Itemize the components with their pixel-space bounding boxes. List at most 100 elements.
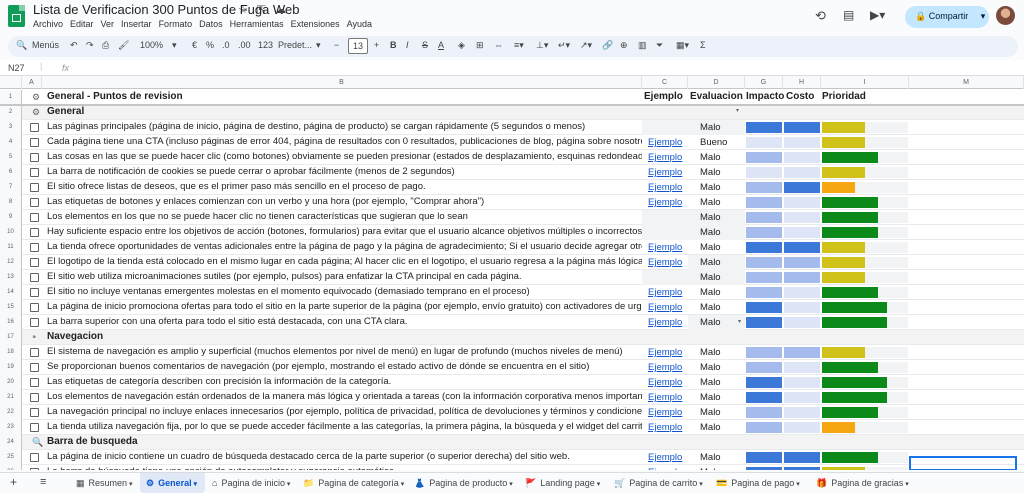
row-number[interactable]: 23 (0, 420, 22, 435)
italic-button[interactable]: I (406, 40, 409, 50)
col-header-b[interactable]: B (42, 76, 642, 89)
percent-button[interactable]: % (206, 40, 214, 50)
tab-landing-page[interactable]: 🚩 Landing page ▾ (525, 478, 600, 489)
tab-chevron-icon[interactable]: ▾ (399, 481, 405, 488)
evaluation-select[interactable]: Malo (688, 300, 745, 315)
row-number[interactable]: 8 (0, 195, 22, 210)
sheets-logo-icon[interactable] (8, 5, 25, 27)
bold-button[interactable]: B (390, 40, 397, 50)
spreadsheet-grid[interactable]: A B C D G H I M 1 ⚙ General - Puntos de re… (0, 76, 1024, 470)
row-number[interactable]: 15 (0, 300, 22, 315)
col-header-m[interactable]: M (909, 76, 1024, 89)
evaluation-select[interactable]: Malo (688, 345, 745, 360)
row-number[interactable]: 25 (0, 450, 22, 465)
merge-cells-icon[interactable]: ⇔ (494, 40, 503, 50)
row-number[interactable]: 10 (0, 225, 22, 240)
example-link[interactable]: Ejemplo (642, 195, 688, 210)
all-sheets-icon[interactable]: ≡ (40, 476, 46, 488)
history-icon[interactable]: ⟲ (815, 8, 826, 24)
tab-chevron-icon[interactable]: ▾ (285, 481, 291, 488)
row-number[interactable]: 9 (0, 210, 22, 225)
example-link[interactable]: Ejemplo (642, 405, 688, 420)
menu-archivo[interactable]: Archivo (33, 19, 63, 29)
checkbox[interactable] (30, 168, 39, 177)
font-chevron-icon[interactable]: ▾ (316, 40, 321, 51)
row-number[interactable]: 12 (0, 255, 22, 270)
row-number[interactable]: 5 (0, 150, 22, 165)
frozen-divider[interactable] (0, 104, 1024, 106)
filter-icon[interactable]: ⏷ (656, 40, 663, 51)
comments-icon[interactable]: ▤ (843, 8, 854, 22)
font-size-input[interactable]: 13 (348, 38, 368, 54)
evaluation-select[interactable]: Malo (688, 270, 745, 285)
row-number[interactable]: 19 (0, 360, 22, 375)
row-number[interactable]: 1 (0, 90, 22, 105)
menu-editar[interactable]: Editar (70, 19, 94, 29)
tab-pagina-de-gracias[interactable]: 🎁 Pagina de gracias ▾ (816, 478, 909, 489)
chart-icon[interactable]: ▥ (638, 40, 647, 51)
example-link[interactable]: Ejemplo (642, 150, 688, 165)
checkbox[interactable] (30, 453, 39, 462)
evaluation-select[interactable]: Malo (688, 150, 745, 165)
example-link[interactable]: Ejemplo (642, 240, 688, 255)
decrease-decimals-button[interactable]: .0 (222, 40, 230, 50)
checkbox[interactable] (30, 198, 39, 207)
example-link[interactable]: Ejemplo (642, 360, 688, 375)
evaluation-select[interactable]: Malo (688, 405, 745, 420)
filter-views-icon[interactable]: ▦▾ (676, 40, 689, 51)
selected-cell[interactable] (909, 456, 1017, 470)
checkbox[interactable] (30, 288, 39, 297)
evaluation-select[interactable]: Malo (688, 360, 745, 375)
checkbox[interactable] (30, 423, 39, 432)
tab-chevron-icon[interactable]: ▾ (794, 481, 800, 488)
menu-ayuda[interactable]: Ayuda (347, 19, 372, 29)
row-number[interactable]: 13 (0, 270, 22, 285)
row-number[interactable]: 11 (0, 240, 22, 255)
avatar[interactable] (996, 6, 1015, 25)
example-link[interactable]: Ejemplo (642, 375, 688, 390)
align-horizontal-icon[interactable]: ≡▾ (514, 40, 524, 51)
comment-add-icon[interactable]: ⊕ (620, 40, 628, 51)
borders-icon[interactable]: ⊞ (476, 40, 484, 51)
row-number[interactable]: 3 (0, 120, 22, 135)
checkbox[interactable] (30, 393, 39, 402)
evaluation-select[interactable]: Malo (688, 285, 745, 300)
checkbox[interactable] (30, 213, 39, 222)
align-vertical-icon[interactable]: ⊥▾ (536, 40, 548, 51)
meet-icon[interactable]: ▶▾ (870, 8, 885, 22)
print-icon[interactable]: ⎙ (102, 40, 109, 51)
tab-pagina-de-inicio[interactable]: ⌂ Pagina de inicio ▾ (212, 478, 290, 488)
row-number[interactable]: 6 (0, 165, 22, 180)
add-sheet-icon[interactable]: + (10, 475, 17, 489)
example-link[interactable]: Ejemplo (642, 165, 688, 180)
evaluation-select[interactable]: Malo (688, 390, 745, 405)
col-header-i[interactable]: I (821, 76, 909, 89)
menu-insertar[interactable]: Insertar (121, 19, 152, 29)
row-number[interactable]: 16 (0, 315, 22, 330)
cloud-status-icon[interactable]: ☁ (275, 4, 286, 16)
link-icon[interactable]: 🔗 (602, 40, 613, 51)
example-link[interactable]: Ejemplo (642, 180, 688, 195)
checkbox[interactable] (30, 408, 39, 417)
checkbox[interactable] (30, 378, 39, 387)
star-icon[interactable]: ☆ (238, 4, 248, 16)
tab-chevron-icon[interactable]: ▾ (507, 481, 513, 488)
example-link[interactable]: Ejemplo (642, 390, 688, 405)
increase-decimals-button[interactable]: .00 (238, 40, 251, 50)
functions-button[interactable]: Σ (700, 40, 706, 50)
share-button[interactable]: 🔒 Compartir ▾ (905, 6, 989, 28)
evaluation-select[interactable]: Malo (688, 240, 745, 255)
example-link[interactable]: Ejemplo (642, 255, 688, 270)
example-link[interactable]: Ejemplo (642, 315, 688, 330)
menu-datos[interactable]: Datos (199, 19, 223, 29)
text-rotation-icon[interactable]: ↗▾ (580, 40, 592, 51)
tab-chevron-icon[interactable]: ▾ (192, 481, 198, 488)
tab-chevron-icon[interactable]: ▾ (127, 481, 133, 488)
evaluation-select[interactable]: Malo (688, 120, 745, 135)
move-folder-icon[interactable]: ⇱ (257, 4, 266, 16)
row-number[interactable]: 7 (0, 180, 22, 195)
checkbox[interactable] (30, 183, 39, 192)
checkbox[interactable] (30, 258, 39, 267)
evaluation-select[interactable]: Malo (688, 420, 745, 435)
checkbox[interactable] (30, 303, 39, 312)
